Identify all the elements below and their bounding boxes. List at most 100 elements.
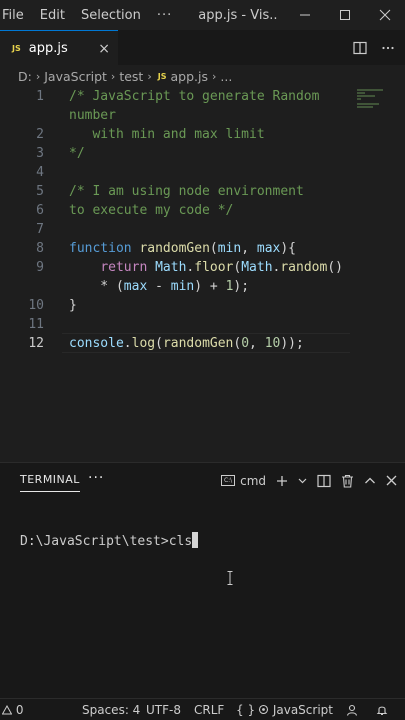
code-token: return bbox=[100, 260, 148, 275]
code-token: max bbox=[256, 241, 281, 256]
code-line[interactable]: * (max - min) + 1); bbox=[0, 277, 405, 296]
terminal-selector[interactable]: C:\ cmd bbox=[221, 474, 266, 488]
trash-icon[interactable] bbox=[341, 474, 354, 488]
code-line[interactable]: 10} bbox=[0, 296, 405, 315]
bell-icon[interactable] bbox=[376, 704, 388, 716]
tab-close-icon[interactable]: × bbox=[98, 41, 110, 57]
breadcrumb-drive[interactable]: D: bbox=[18, 69, 32, 84]
code-text: return Math.floor(Math.random() bbox=[69, 258, 343, 277]
breadcrumb: D: › JavaScript › test › JS app.js › ... bbox=[0, 65, 405, 87]
terminal-panel: TERMINAL ··· C:\ cmd D:\JavaScript\test>… bbox=[0, 462, 405, 698]
minimize-button[interactable] bbox=[285, 0, 325, 30]
code-text: } bbox=[69, 296, 77, 315]
close-window-button[interactable] bbox=[365, 0, 405, 30]
editor-actions bbox=[353, 30, 395, 65]
code-token: console bbox=[69, 336, 124, 351]
chevron-up-icon[interactable] bbox=[364, 475, 376, 487]
close-icon bbox=[379, 9, 391, 21]
terminal-shell-name: cmd bbox=[240, 473, 266, 488]
code-token: ( bbox=[209, 241, 218, 256]
line-number: 4 bbox=[36, 165, 44, 180]
code-token: max bbox=[123, 279, 148, 294]
code-token: - bbox=[147, 279, 171, 294]
status-language[interactable]: JavaScript bbox=[258, 703, 333, 717]
code-token: /* JavaScript to generate Random bbox=[69, 89, 320, 104]
plus-icon[interactable] bbox=[276, 475, 288, 487]
tab-app-js[interactable]: JS app.js × bbox=[0, 30, 118, 65]
code-line[interactable]: 2 with min and max limit bbox=[0, 125, 405, 144]
more-actions-icon[interactable] bbox=[381, 41, 395, 55]
line-number: 9 bbox=[36, 260, 44, 275]
code-token: log bbox=[131, 336, 156, 351]
line-number: 1 bbox=[36, 89, 44, 104]
code-token: */ bbox=[69, 146, 85, 161]
line-number: 10 bbox=[28, 298, 44, 313]
account-feedback-icon[interactable] bbox=[346, 704, 358, 716]
breadcrumb-javascript[interactable]: JavaScript bbox=[44, 69, 107, 84]
code-text: to execute my code */ bbox=[69, 201, 233, 220]
problems-indicator[interactable]: 0 bbox=[1, 703, 24, 717]
code-token: () bbox=[327, 260, 343, 275]
chevron-right-icon: › bbox=[212, 69, 217, 83]
menu-selection[interactable]: Selection bbox=[73, 8, 149, 23]
code-token: } bbox=[69, 298, 77, 313]
line-number: 5 bbox=[36, 184, 44, 199]
terminal-icon: C:\ bbox=[221, 475, 236, 486]
code-line[interactable]: 8 function randomGen(min, max){ bbox=[0, 239, 405, 258]
terminal-cursor bbox=[192, 532, 199, 548]
close-panel-icon[interactable] bbox=[386, 475, 397, 486]
line-number: 8 bbox=[36, 241, 44, 256]
breadcrumb-file[interactable]: app.js bbox=[171, 69, 209, 84]
chevron-down-icon[interactable] bbox=[298, 476, 307, 485]
code-line[interactable]: 7 bbox=[0, 220, 405, 239]
maximize-button[interactable] bbox=[325, 0, 365, 30]
status-encoding[interactable]: UTF-8 bbox=[146, 703, 181, 717]
code-text: /* JavaScript to generate Random bbox=[69, 87, 319, 106]
breadcrumb-symbols[interactable]: ... bbox=[220, 69, 232, 84]
code-token: Math bbox=[241, 260, 273, 275]
code-text: with min and max limit bbox=[69, 125, 264, 144]
line-number: 12 bbox=[28, 336, 44, 351]
code-text: function randomGen(min, max){ bbox=[69, 239, 296, 258]
code-token: * ( bbox=[69, 279, 124, 294]
code-text: console.log(randomGen(0, 10)); bbox=[69, 334, 304, 353]
code-token: ); bbox=[233, 279, 250, 294]
code-line[interactable]: 4 bbox=[0, 163, 405, 182]
tab-terminal[interactable]: TERMINAL bbox=[20, 473, 80, 492]
code-token: ){ bbox=[280, 241, 297, 256]
code-line[interactable]: 1 /* JavaScript to generate Random bbox=[0, 87, 405, 106]
panel-header: TERMINAL ··· C:\ cmd bbox=[0, 463, 405, 498]
code-token: )); bbox=[280, 336, 304, 351]
chevron-right-icon: › bbox=[147, 69, 152, 83]
code-line[interactable]: 12 console.log(randomGen(0, 10)); bbox=[0, 334, 405, 353]
code-editor[interactable]: 1 /* JavaScript to generate Random number 2… bbox=[0, 87, 405, 462]
status-indentation[interactable]: Spaces: 4 bbox=[82, 703, 140, 717]
code-token: randomGen bbox=[162, 336, 234, 351]
menu-more-button[interactable]: ··· bbox=[149, 8, 180, 23]
code-token: min bbox=[170, 279, 195, 294]
chevron-right-icon: › bbox=[110, 69, 116, 83]
window-controls bbox=[285, 0, 405, 30]
split-editor-icon[interactable] bbox=[353, 41, 367, 55]
code-line[interactable]: 9 return Math.floor(Math.random() bbox=[0, 258, 405, 277]
code-line[interactable]: number bbox=[0, 106, 405, 125]
menu-edit[interactable]: Edit bbox=[32, 8, 73, 23]
split-terminal-icon[interactable] bbox=[317, 474, 331, 488]
maximize-icon bbox=[340, 10, 350, 20]
code-line[interactable]: 11 bbox=[0, 315, 405, 334]
code-line[interactable]: 6 to execute my code */ bbox=[0, 201, 405, 220]
breadcrumb-test[interactable]: test bbox=[119, 69, 143, 84]
code-line[interactable]: 5 /* I am using node environment bbox=[0, 182, 405, 201]
code-line[interactable]: 3 */ bbox=[0, 144, 405, 163]
problems-count: 0 bbox=[15, 703, 24, 717]
tab-label: app.js bbox=[28, 40, 68, 56]
status-braces[interactable]: { } bbox=[236, 703, 255, 717]
terminal-prompt-line: D:\JavaScript\test>cls bbox=[20, 534, 193, 549]
code-token: random bbox=[280, 260, 328, 275]
status-eol[interactable]: CRLF bbox=[194, 703, 224, 717]
panel-more-button[interactable]: ··· bbox=[88, 470, 104, 486]
menu-file[interactable]: File bbox=[0, 8, 32, 23]
terminal-output[interactable]: D:\JavaScript\test>cls bbox=[20, 532, 199, 549]
mouse-ibeam-cursor-icon bbox=[227, 571, 233, 585]
